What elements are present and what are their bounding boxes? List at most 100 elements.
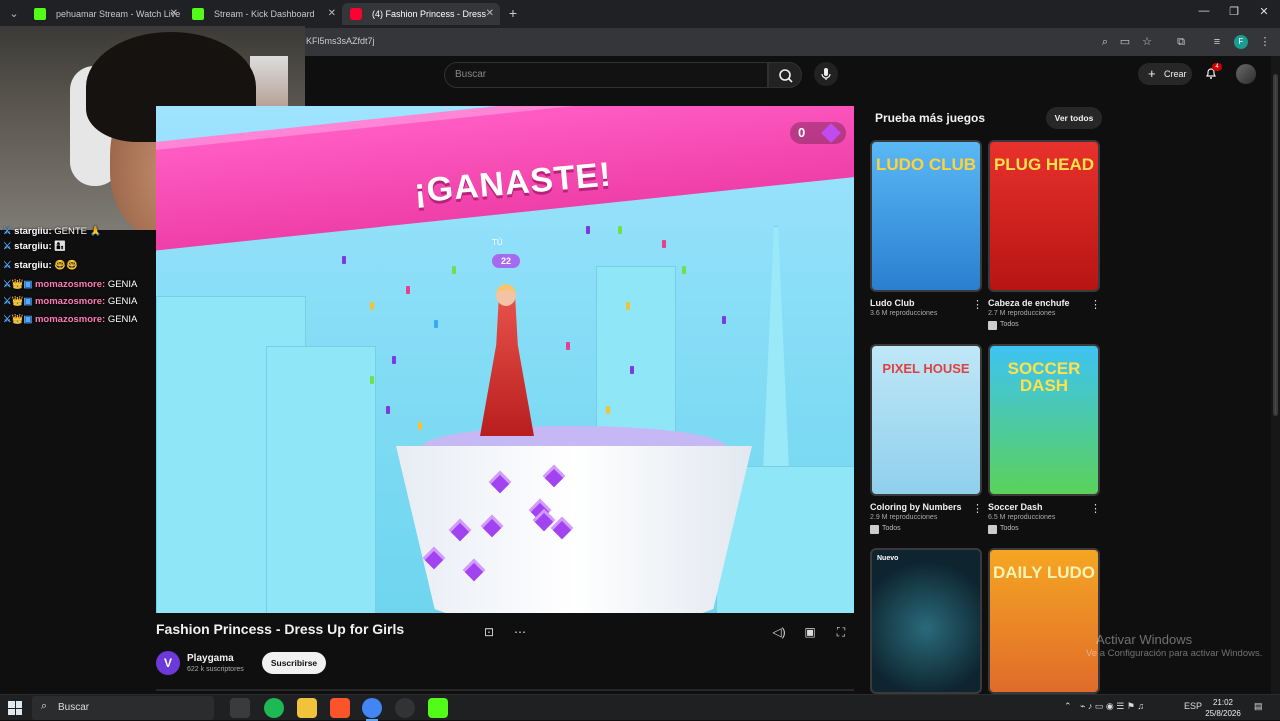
- clock-date: 25/8/2026: [1205, 709, 1241, 718]
- obs-icon[interactable]: [395, 698, 415, 718]
- confetti: [566, 342, 570, 350]
- spotify-icon[interactable]: [264, 698, 284, 718]
- confetti: [370, 302, 374, 310]
- game-card-daily-ludo[interactable]: DAILY LUDO: [988, 548, 1104, 694]
- card-title[interactable]: Coloring by Numbers...: [870, 502, 962, 512]
- confetti: [434, 320, 438, 328]
- save-bookmark-icon[interactable]: ⊡: [479, 622, 499, 642]
- card-menu-icon[interactable]: ⋮: [972, 502, 983, 515]
- task-view-icon[interactable]: [230, 698, 250, 718]
- stream-chat: ⚔ stargiiu: GENTE 🙏 ⚔ stargiiu: 👩‍👦 ⚔ st…: [0, 226, 156, 338]
- confetti: [606, 406, 610, 414]
- close-tab-icon[interactable]: ✕: [328, 3, 336, 25]
- game-thumbnail[interactable]: LUDO CLUB: [870, 140, 982, 292]
- new-tab-button[interactable]: +: [504, 4, 522, 22]
- new-badge: Nuevo: [877, 555, 899, 562]
- bookmark-star-icon[interactable]: ☆: [1140, 35, 1154, 49]
- plus-icon: +: [1148, 66, 1156, 81]
- game-card-plug-head[interactable]: PLUG HEAD Cabeza de enchufe 2.7 M reprod…: [988, 140, 1104, 330]
- game-card-coloring[interactable]: PIXEL HOUSE Coloring by Numbers... 2.9 M…: [870, 344, 986, 534]
- confetti: [630, 366, 634, 374]
- search-input[interactable]: Buscar: [444, 62, 768, 88]
- tab-pehuamar-stream[interactable]: pehuamar Stream - Watch Live ✕: [26, 3, 184, 25]
- activate-windows-subtitle: Ve a Configuración para activar Windows.: [1086, 648, 1263, 659]
- page-scrollbar[interactable]: [1271, 56, 1280, 694]
- clock[interactable]: 21:02 25/8/2026: [1200, 697, 1246, 719]
- kebab-menu-icon[interactable]: ⋮: [1258, 35, 1272, 49]
- minimize-icon[interactable]: —: [1196, 5, 1212, 17]
- card-menu-icon[interactable]: ⋮: [972, 298, 983, 311]
- gem-counter: 0: [790, 122, 846, 144]
- card-tag: Todos: [988, 525, 1019, 534]
- file-explorer-icon[interactable]: [297, 698, 317, 718]
- voice-search-button[interactable]: [814, 62, 838, 86]
- brave-icon[interactable]: [330, 698, 350, 718]
- confetti: [662, 240, 666, 248]
- close-tab-icon[interactable]: ✕: [486, 3, 494, 25]
- card-title[interactable]: Cabeza de enchufe: [988, 298, 1080, 308]
- confetti: [626, 302, 630, 310]
- card-menu-icon[interactable]: ⋮: [1090, 298, 1101, 311]
- view-all-button[interactable]: Ver todos: [1046, 107, 1102, 129]
- close-window-icon[interactable]: ✕: [1256, 5, 1272, 18]
- player-label: TÚ: [492, 238, 503, 247]
- subscribe-button[interactable]: Suscribirse: [262, 652, 326, 674]
- sub-badges-icon: ⚔👑▣: [3, 314, 35, 325]
- cast-icon[interactable]: ▭: [1118, 35, 1132, 49]
- restore-icon[interactable]: ❐: [1226, 5, 1242, 18]
- chat-message: ⚔👑▣ momazosmore: GENIA: [3, 296, 138, 307]
- theater-mode-icon[interactable]: ▣: [800, 622, 820, 642]
- game-card-marble[interactable]: Nuevo: [870, 548, 986, 694]
- sword-badge-icon: ⚔: [3, 241, 15, 252]
- game-thumbnail[interactable]: Nuevo: [870, 548, 982, 694]
- kick-icon[interactable]: [428, 698, 448, 718]
- more-options-icon[interactable]: ⋯: [510, 622, 530, 642]
- game-card-soccer-dash[interactable]: SOCCER DASH Soccer Dash 6.5 M reproducci…: [988, 344, 1104, 534]
- account-avatar[interactable]: [1236, 64, 1256, 84]
- card-title[interactable]: Ludo Club: [870, 298, 962, 308]
- sidebar-title: Prueba más juegos: [875, 111, 986, 125]
- tab-title: Stream - Kick Dashboard: [214, 9, 315, 19]
- tab-search-menu-icon[interactable]: ⌄: [6, 6, 22, 22]
- game-thumbnail[interactable]: SOCCER DASH: [988, 344, 1100, 496]
- notification-center-icon[interactable]: ▤: [1254, 701, 1263, 712]
- game-thumbnail[interactable]: PLUG HEAD: [988, 140, 1100, 292]
- sub-badges-icon: ⚔👑▣: [3, 279, 35, 290]
- extensions-icon[interactable]: ⧉: [1174, 35, 1188, 49]
- microphone-icon: [821, 68, 831, 80]
- tab-fashion-princess[interactable]: (4) Fashion Princess - Dress ✕: [342, 3, 500, 25]
- taskbar-search[interactable]: ⌕ Buscar: [32, 696, 214, 720]
- card-views: 2.9 M reproducciones: [870, 514, 938, 521]
- reading-list-icon[interactable]: ≡: [1210, 35, 1224, 49]
- volume-icon[interactable]: ◁): [769, 622, 789, 642]
- tray-chevron-icon[interactable]: ⌃: [1064, 701, 1072, 712]
- card-views: 3.6 M reproducciones: [870, 310, 938, 317]
- card-title[interactable]: Soccer Dash: [988, 502, 1080, 512]
- taskbar-search-label: Buscar: [58, 702, 90, 713]
- channel-avatar[interactable]: V: [156, 651, 180, 675]
- scrollbar-thumb[interactable]: [1273, 74, 1278, 416]
- zoom-icon[interactable]: ⌕: [1098, 35, 1112, 49]
- profile-avatar[interactable]: F: [1234, 35, 1248, 49]
- tab-kick-dashboard[interactable]: Stream - Kick Dashboard ✕: [184, 3, 342, 25]
- game-thumbnail[interactable]: PIXEL HOUSE: [870, 344, 982, 496]
- confetti: [722, 316, 726, 324]
- url-text[interactable]: KFl5ms3sAZfdt7j: [306, 36, 375, 46]
- clock-time: 21:02: [1212, 698, 1234, 707]
- game-thumbnail[interactable]: DAILY LUDO: [988, 548, 1100, 694]
- fullscreen-icon[interactable]: ⛶: [831, 622, 851, 642]
- chrome-icon[interactable]: [362, 698, 382, 721]
- player-score-badge: 22: [492, 254, 520, 268]
- video-title: Fashion Princess - Dress Up for Girls: [156, 621, 405, 637]
- windows-start-icon[interactable]: [8, 701, 22, 715]
- kick-favicon-icon: [34, 8, 46, 20]
- close-tab-icon[interactable]: ✕: [170, 3, 178, 25]
- princess-head: [496, 284, 516, 306]
- card-menu-icon[interactable]: ⋮: [1090, 502, 1101, 515]
- search-button[interactable]: [768, 62, 802, 88]
- create-button[interactable]: + Crear: [1138, 63, 1192, 85]
- game-card-ludo-club[interactable]: LUDO CLUB Ludo Club 3.6 M reproducciones…: [870, 140, 986, 317]
- channel-name[interactable]: Playgama: [187, 653, 234, 664]
- tray-icons[interactable]: ⌁ ♪ ▭ ◉ ☰ ⚑ ♫: [1080, 701, 1144, 712]
- game-canvas[interactable]: ¡GANASTE! 0 TÚ 22: [156, 106, 854, 613]
